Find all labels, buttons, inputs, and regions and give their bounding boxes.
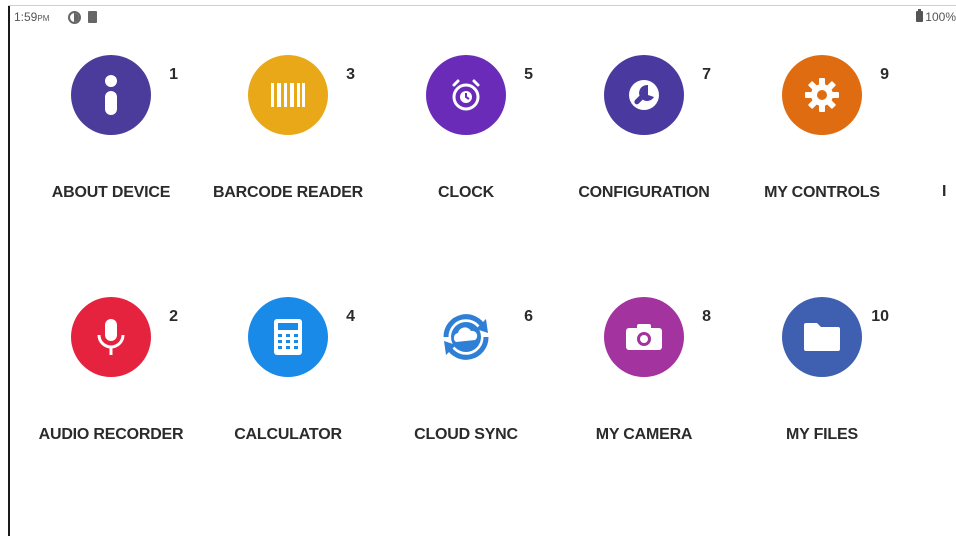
app-my-camera[interactable]: 8 MY CAMERA xyxy=(559,250,729,443)
app-calculator[interactable]: 4 CALCULATOR xyxy=(203,250,373,443)
battery-icon xyxy=(916,9,924,22)
microphone-icon xyxy=(71,297,151,377)
app-label: CLOUD SYNC xyxy=(414,426,518,443)
screen-top-edge xyxy=(8,5,956,6)
app-label: CONFIGURATION xyxy=(578,184,710,201)
app-number: 4 xyxy=(346,308,355,325)
app-number: 9 xyxy=(880,66,889,83)
info-icon xyxy=(71,55,151,135)
folder-icon xyxy=(782,297,862,377)
app-label: MY CONTROLS xyxy=(764,184,880,201)
app-cloud-sync[interactable]: 6 CLOUD SYNC xyxy=(381,250,551,443)
status-battery: 100% xyxy=(916,9,956,24)
cloud-sync-icon xyxy=(426,297,506,377)
app-number: 10 xyxy=(871,308,889,325)
app-configuration[interactable]: 7 CONFIGURATION xyxy=(559,8,729,201)
app-number: 5 xyxy=(524,66,533,83)
app-audio-recorder[interactable]: 2 AUDIO RECORDER xyxy=(26,250,196,443)
app-label: MY FILES xyxy=(786,426,858,443)
app-label: CLOCK xyxy=(438,184,494,201)
app-number: 3 xyxy=(346,66,355,83)
app-my-controls[interactable]: 9 MY CONTROLS xyxy=(737,8,907,201)
app-number: 6 xyxy=(524,308,533,325)
app-clock[interactable]: 5 CLOCK xyxy=(381,8,551,201)
app-number: 8 xyxy=(702,308,711,325)
battery-percent: 100% xyxy=(925,10,956,24)
app-number: 2 xyxy=(169,308,178,325)
home-screen: 1:59PM 100% 1 ABOUT DEVICE 3 BARCODE REA… xyxy=(0,0,956,536)
app-label: MY CAMERA xyxy=(595,426,693,443)
app-barcode-reader[interactable]: 3 BARCODE READER xyxy=(203,8,373,201)
calculator-icon xyxy=(248,297,328,377)
app-number: 7 xyxy=(702,66,711,83)
app-label: AUDIO RECORDER xyxy=(38,426,184,443)
app-label: BARCODE READER xyxy=(212,184,364,201)
camera-icon xyxy=(604,297,684,377)
wrench-icon xyxy=(604,55,684,135)
screen-left-edge xyxy=(8,6,10,536)
app-number: 1 xyxy=(169,66,178,83)
alarm-clock-icon xyxy=(426,55,506,135)
app-label: ABOUT DEVICE xyxy=(51,184,171,201)
app-about-device[interactable]: 1 ABOUT DEVICE xyxy=(26,8,196,201)
gear-icon xyxy=(782,55,862,135)
app-label: CALCULATOR xyxy=(234,426,342,443)
offscreen-app-label-fragment: I xyxy=(942,183,947,200)
barcode-icon xyxy=(248,55,328,135)
app-my-files[interactable]: 10 MY FILES xyxy=(737,250,907,443)
